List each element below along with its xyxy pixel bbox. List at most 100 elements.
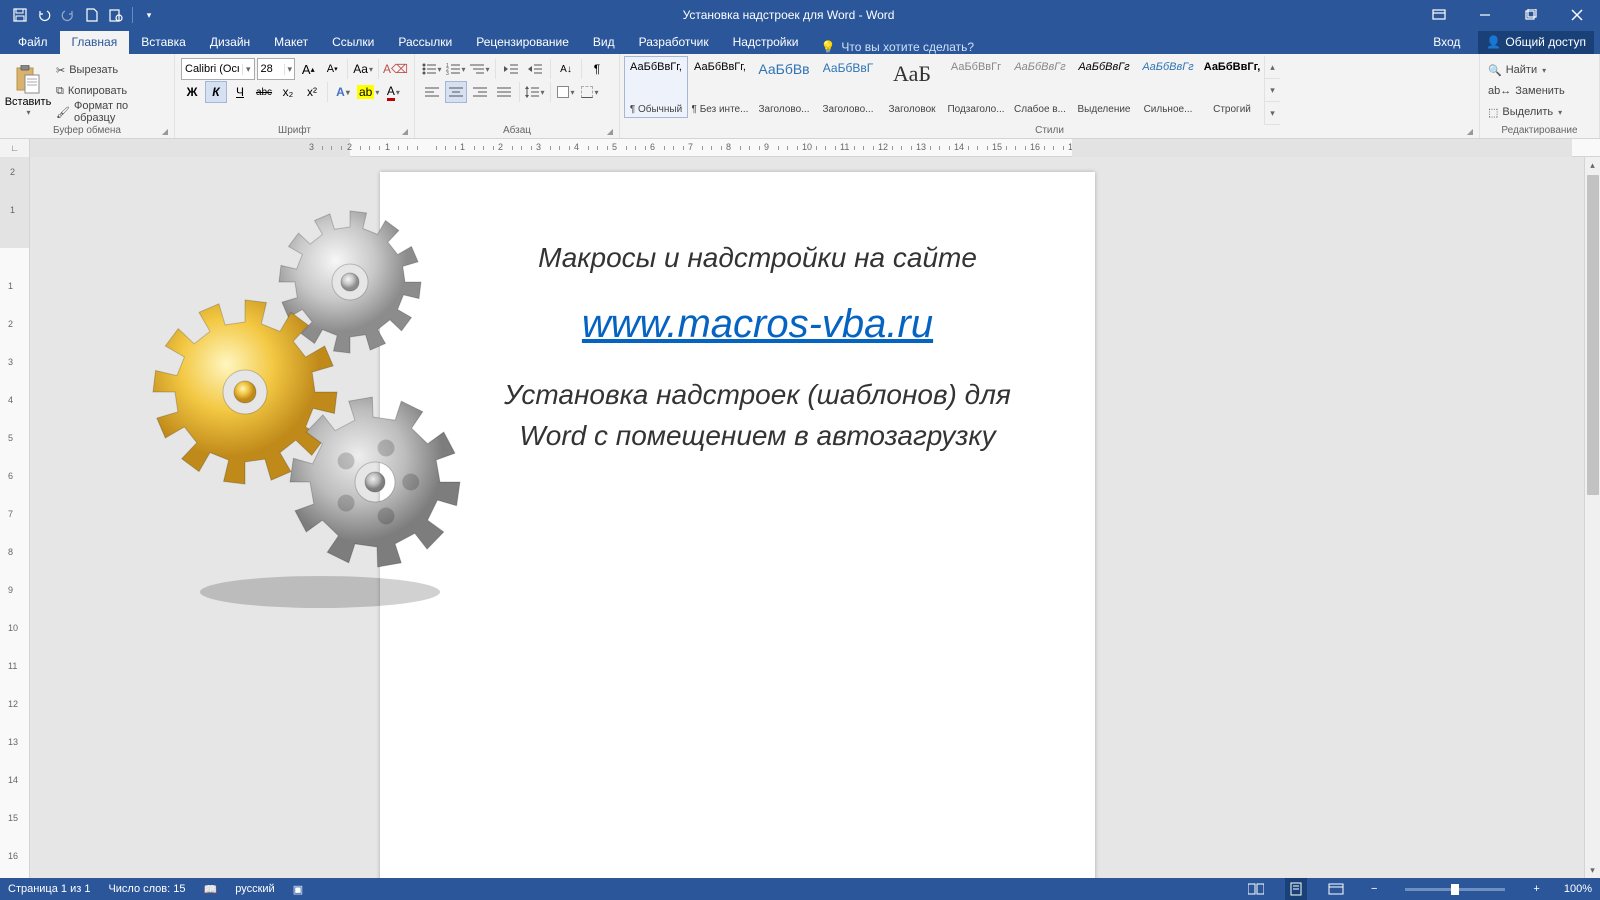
tab-layout[interactable]: Макет	[262, 31, 320, 54]
macro-record-icon[interactable]: ▣	[293, 883, 303, 896]
new-doc-icon[interactable]	[80, 3, 104, 27]
paste-button[interactable]: Вставить ▾	[4, 56, 52, 125]
sort-button[interactable]: A↓	[555, 58, 577, 80]
status-language[interactable]: русский	[235, 883, 274, 895]
zoom-in-button[interactable]: +	[1527, 883, 1545, 895]
change-case-button[interactable]: Aa▾	[352, 58, 374, 80]
style-item-9[interactable]: АаБбВвГг,Строгий	[1200, 56, 1264, 118]
zoom-level[interactable]: 100%	[1564, 883, 1592, 895]
select-button[interactable]: ⬚Выделить▾	[1486, 102, 1593, 122]
tell-me-search[interactable]: 💡 Что вы хотите сделать?	[810, 40, 984, 54]
tab-addins[interactable]: Надстройки	[721, 31, 811, 54]
scroll-down-icon[interactable]: ▾	[1585, 862, 1600, 878]
status-page[interactable]: Страница 1 из 1	[8, 883, 90, 895]
view-read-icon[interactable]	[1245, 878, 1267, 900]
doc-link[interactable]: www.macros-vba.ru	[470, 302, 1045, 347]
format-painter-button[interactable]: 🖌Формат по образцу	[54, 102, 168, 122]
numbering-button[interactable]: 123▾	[445, 58, 467, 80]
italic-button[interactable]: К	[205, 81, 227, 103]
align-right-button[interactable]	[469, 81, 491, 103]
tab-design[interactable]: Дизайн	[198, 31, 262, 54]
font-color-button[interactable]: A▾	[382, 81, 404, 103]
zoom-out-button[interactable]: −	[1365, 883, 1383, 895]
gallery-down-icon[interactable]: ▾	[1265, 79, 1280, 102]
maximize-icon[interactable]	[1508, 0, 1554, 30]
minimize-icon[interactable]	[1462, 0, 1508, 30]
tab-mailings[interactable]: Рассылки	[386, 31, 464, 54]
status-words[interactable]: Число слов: 15	[108, 883, 185, 895]
redo-icon[interactable]	[56, 3, 80, 27]
style-item-5[interactable]: АаБбВвГгПодзаголо...	[944, 56, 1008, 118]
line-spacing-button[interactable]: ▾	[524, 81, 546, 103]
qat-customize-icon[interactable]: ▾	[137, 3, 161, 27]
ruler-horizontal[interactable]: ∟ 3211234567891011121314151617	[0, 139, 1600, 157]
scroll-up-icon[interactable]: ▴	[1585, 157, 1600, 173]
clear-format-button[interactable]: A⌫	[383, 58, 408, 80]
close-icon[interactable]	[1554, 0, 1600, 30]
undo-icon[interactable]	[32, 3, 56, 27]
tab-view[interactable]: Вид	[581, 31, 627, 54]
font-size-combo[interactable]: ▾	[257, 58, 296, 80]
zoom-slider[interactable]	[1405, 888, 1505, 891]
gallery-up-icon[interactable]: ▴	[1265, 56, 1280, 79]
align-center-button[interactable]	[445, 81, 467, 103]
scrollbar-vertical[interactable]: ▴ ▾	[1584, 157, 1600, 878]
save-icon[interactable]	[8, 3, 32, 27]
style-item-6[interactable]: АаБбВвГгСлабое в...	[1008, 56, 1072, 118]
sign-in-button[interactable]: Вход	[1421, 31, 1472, 54]
gallery-more-icon[interactable]: ▾	[1265, 102, 1280, 125]
paragraph-dialog-icon[interactable]: ◢	[607, 127, 613, 136]
tab-file[interactable]: Файл	[6, 31, 60, 54]
style-item-4[interactable]: АаБЗаголовок	[880, 56, 944, 118]
style-item-8[interactable]: АаБбВвГгСильное...	[1136, 56, 1200, 118]
copy-button[interactable]: ⧉Копировать	[54, 81, 168, 101]
highlight-button[interactable]: ab▾	[356, 81, 380, 103]
tab-developer[interactable]: Разработчик	[627, 31, 721, 54]
bullets-button[interactable]: ▾	[421, 58, 443, 80]
tab-insert[interactable]: Вставка	[129, 31, 198, 54]
view-print-icon[interactable]	[1285, 878, 1307, 900]
align-left-button[interactable]	[421, 81, 443, 103]
ruler-vertical[interactable]: 2112345678910111213141516	[0, 157, 30, 878]
style-item-7[interactable]: АаБбВвГгВыделение	[1072, 56, 1136, 118]
styles-dialog-icon[interactable]: ◢	[1467, 127, 1473, 136]
strike-button[interactable]: abc	[253, 81, 275, 103]
multilevel-button[interactable]: ▾	[469, 58, 491, 80]
ribbon-display-icon[interactable]	[1416, 0, 1462, 30]
cut-button[interactable]: ✂Вырезать	[54, 60, 168, 80]
chevron-down-icon[interactable]: ▾	[242, 64, 254, 75]
print-preview-icon[interactable]	[104, 3, 128, 27]
underline-button[interactable]: Ч	[229, 81, 251, 103]
indent-increase-button[interactable]	[524, 58, 546, 80]
clipboard-dialog-icon[interactable]: ◢	[162, 127, 168, 136]
style-item-3[interactable]: АаБбВвГЗаголово...	[816, 56, 880, 118]
bold-button[interactable]: Ж	[181, 81, 203, 103]
view-web-icon[interactable]	[1325, 878, 1347, 900]
style-item-2[interactable]: АаБбВвЗаголово...	[752, 56, 816, 118]
font-size-input[interactable]	[258, 63, 285, 75]
find-button[interactable]: 🔍Найти▾	[1486, 60, 1593, 80]
tab-review[interactable]: Рецензирование	[464, 31, 581, 54]
text-effects-button[interactable]: A▾	[332, 81, 354, 103]
grow-font-button[interactable]: A▴	[297, 58, 319, 80]
indent-decrease-button[interactable]	[500, 58, 522, 80]
replace-button[interactable]: ab↔Заменить	[1486, 81, 1593, 101]
align-justify-button[interactable]	[493, 81, 515, 103]
tab-home[interactable]: Главная	[60, 31, 130, 54]
shading-button[interactable]: ▾	[555, 81, 577, 103]
superscript-button[interactable]: x²	[301, 81, 323, 103]
show-marks-button[interactable]: ¶	[586, 58, 608, 80]
font-dialog-icon[interactable]: ◢	[402, 127, 408, 136]
tab-selector-icon[interactable]: ∟	[0, 139, 30, 157]
zoom-thumb[interactable]	[1451, 884, 1459, 895]
font-name-input[interactable]	[182, 63, 242, 75]
scroll-thumb[interactable]	[1587, 175, 1599, 495]
page[interactable]: Макросы и надстройки на сайте www.macros…	[380, 172, 1095, 878]
subscript-button[interactable]: x₂	[277, 81, 299, 103]
document-body[interactable]: Макросы и надстройки на сайте www.macros…	[470, 242, 1045, 456]
shrink-font-button[interactable]: A▾	[321, 58, 343, 80]
style-item-0[interactable]: АаБбВвГг,¶ Обычный	[624, 56, 688, 118]
spellcheck-icon[interactable]: 📖	[204, 883, 218, 896]
borders-button[interactable]: ▾	[579, 81, 601, 103]
tab-references[interactable]: Ссылки	[320, 31, 386, 54]
